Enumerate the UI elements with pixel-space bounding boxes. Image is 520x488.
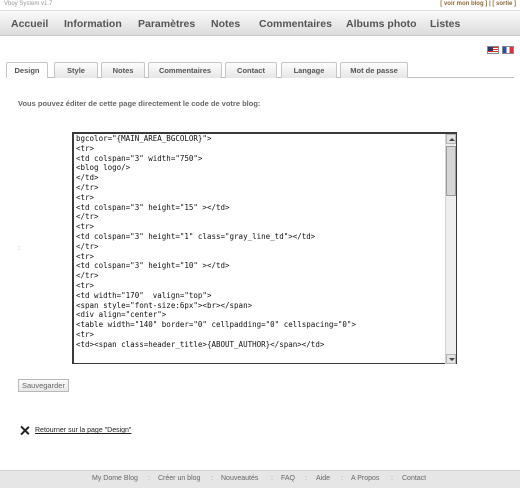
code-scrollbar[interactable]: [445, 134, 456, 364]
scroll-up-arrow-icon[interactable]: [446, 134, 456, 144]
footer-link-creer-un-blog[interactable]: Créer un blog: [158, 475, 200, 482]
footer-separator: :: [211, 475, 213, 482]
footer-link-my-dome-blog[interactable]: My Dome Blog: [92, 475, 138, 482]
save-button[interactable]: Sauvegarder: [18, 379, 69, 392]
nav-item-notes[interactable]: Notes: [211, 18, 240, 30]
field-label: :: [18, 245, 20, 252]
top-bar: Vboy System v1.7 [ voir mon blog ] | [ s…: [0, 0, 520, 10]
nav-item-commentaires[interactable]: Commentaires: [259, 18, 332, 30]
brand-label: Vboy System v1.7: [4, 1, 53, 7]
nav-item-parametres[interactable]: Paramètres: [138, 18, 195, 30]
language-flags: [487, 46, 514, 54]
footer-link-a-propos[interactable]: A Propos: [351, 475, 379, 482]
tab-langage[interactable]: Langage: [281, 62, 337, 78]
top-links-separator: |: [488, 1, 491, 7]
fr-flag-icon[interactable]: [502, 46, 514, 54]
view-blog-link[interactable]: [ voir mon blog ]: [440, 1, 487, 7]
code-editor-text[interactable]: bgcolor="{MAIN_AREA_BGCOLOR}"> <tr> <td …: [76, 134, 444, 364]
back-link-row: Retourner sur la page "Design": [20, 426, 131, 435]
footer-link-contact[interactable]: Contact: [402, 475, 426, 482]
intro-text: Vous pouvez éditer de cette page directe…: [18, 99, 261, 108]
design-panel: Vous pouvez éditer de cette page directe…: [6, 78, 514, 453]
tab-style[interactable]: Style: [54, 62, 98, 78]
top-links: [ voir mon blog ] | [ sortie ]: [440, 1, 516, 7]
back-to-design-link[interactable]: Retourner sur la page "Design": [35, 427, 131, 434]
nav-item-accueil[interactable]: Accueil: [11, 18, 48, 30]
scroll-thumb[interactable]: [446, 146, 456, 196]
settings-tabs: Design Style Notes Commentaires Contact …: [6, 62, 514, 79]
tab-contact[interactable]: Contact: [225, 62, 277, 78]
tab-notes[interactable]: Notes: [101, 62, 145, 78]
footer-separator: :: [305, 475, 307, 482]
scroll-down-arrow-icon[interactable]: [446, 354, 456, 364]
tab-mot-de-passe[interactable]: Mot de passe: [340, 62, 408, 78]
footer-separator: :: [271, 475, 273, 482]
us-flag-icon[interactable]: [487, 46, 499, 54]
nav-item-albums-photo[interactable]: Albums photo: [346, 18, 417, 30]
tab-design[interactable]: Design: [6, 62, 48, 79]
close-icon[interactable]: [20, 426, 29, 435]
main-nav: Accueil Information Paramètres Notes Com…: [0, 10, 520, 36]
footer-separator: :: [341, 475, 343, 482]
footer-separator: :: [391, 475, 393, 482]
nav-item-information[interactable]: Information: [64, 18, 122, 30]
footer: My Dome Blog : Créer un blog : Nouveauté…: [0, 470, 520, 488]
footer-link-nouveautes[interactable]: Nouveautés: [221, 475, 258, 482]
page: Vboy System v1.7 [ voir mon blog ] | [ s…: [0, 0, 520, 488]
footer-link-aide[interactable]: Aide: [316, 475, 330, 482]
footer-link-faq[interactable]: FAQ: [281, 475, 295, 482]
tab-commentaires[interactable]: Commentaires: [148, 62, 222, 78]
code-editor[interactable]: bgcolor="{MAIN_AREA_BGCOLOR}"> <tr> <td …: [72, 132, 457, 364]
nav-item-listes[interactable]: Listes: [430, 18, 460, 30]
footer-separator: :: [148, 475, 150, 482]
logout-link[interactable]: [ sortie ]: [492, 1, 516, 7]
